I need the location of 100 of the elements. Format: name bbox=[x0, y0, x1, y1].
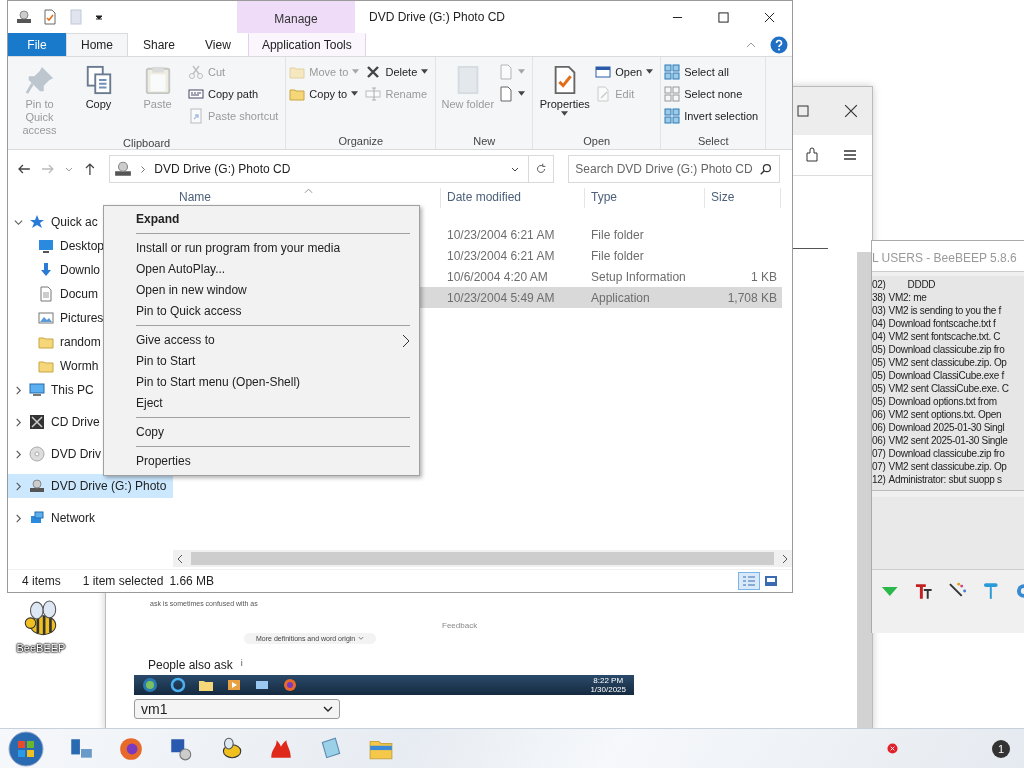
table-cell-text: 1,708 KB bbox=[726, 290, 778, 305]
chat-message: 12) Administrator: sbut suopp s bbox=[872, 473, 1003, 486]
clock-time: 8:22 PM bbox=[593, 676, 624, 685]
ribbon-tab[interactable]: Application Tools bbox=[247, 33, 366, 56]
column-header[interactable]: Date modified bbox=[441, 188, 585, 208]
list-icon bbox=[742, 575, 756, 587]
menu-icon[interactable] bbox=[842, 147, 858, 163]
close-icon[interactable] bbox=[844, 104, 858, 118]
folder-icon bbox=[38, 334, 54, 350]
chevron-icon[interactable] bbox=[14, 417, 23, 427]
group-label: Clipboard bbox=[122, 137, 172, 149]
puzzle-icon[interactable] bbox=[804, 146, 820, 164]
feedback-link[interactable]: Feedback bbox=[442, 621, 478, 630]
chat-message: 05) VM2 sent ClassiCube.exe. C bbox=[872, 382, 1010, 395]
browser-icon[interactable] bbox=[170, 677, 186, 693]
ribbon-tab[interactable]: Share bbox=[128, 33, 191, 56]
chat-message: 06) Download 2025-01-30 Singl bbox=[872, 421, 1006, 434]
caret-icon bbox=[518, 69, 526, 74]
nav-item[interactable]: Network bbox=[8, 506, 173, 530]
chat-message: 02) DDDD bbox=[872, 278, 937, 291]
column-header[interactable]: Size bbox=[705, 188, 781, 208]
group-label: Select bbox=[696, 135, 730, 147]
message-input[interactable] bbox=[872, 497, 1024, 570]
ribbon-button[interactable]: Copy path bbox=[188, 83, 283, 104]
chevron-icon[interactable] bbox=[14, 481, 23, 491]
menu-item[interactable]: Give access to bbox=[104, 330, 419, 351]
grid-icon bbox=[664, 107, 681, 124]
error-icon[interactable] bbox=[887, 743, 898, 754]
caret-icon bbox=[323, 706, 333, 712]
refresh-button[interactable] bbox=[528, 155, 555, 183]
menu-item[interactable]: Expand bbox=[104, 209, 419, 230]
close-icon bbox=[763, 11, 775, 23]
chevron-icon[interactable] bbox=[14, 217, 23, 227]
vm-select[interactable]: vm1 bbox=[134, 699, 340, 719]
firefox-icon[interactable] bbox=[282, 677, 298, 693]
menu-item[interactable]: Install or run program from your media bbox=[104, 238, 419, 259]
selection-size: 1.66 MB bbox=[169, 574, 215, 588]
menu-item[interactable]: Open AutoPlay... bbox=[104, 259, 419, 280]
start-orb-icon[interactable] bbox=[142, 677, 158, 693]
table-cell-text: 10/23/2004 6:21 AM bbox=[446, 227, 556, 242]
ribbon-tab[interactable]: View bbox=[190, 33, 246, 56]
table-cell-text: File folder bbox=[590, 227, 645, 242]
nav-item[interactable]: DVD Drive (G:) Photo bbox=[8, 474, 173, 498]
menu-item[interactable]: Pin to Start menu (Open-Shell) bbox=[104, 372, 419, 393]
maximize-icon[interactable] bbox=[797, 104, 809, 118]
table-cell-text: 10/23/2004 5:49 AM bbox=[446, 290, 556, 305]
ribbon-button[interactable]: Open bbox=[595, 61, 658, 82]
sort-caret-icon bbox=[304, 188, 313, 194]
chevron-icon[interactable] bbox=[781, 553, 789, 564]
menu-item[interactable]: Properties bbox=[104, 451, 419, 472]
media-icon[interactable] bbox=[226, 677, 242, 693]
firefox-icon[interactable] bbox=[118, 735, 144, 762]
ribbon-button[interactable]: Copy bbox=[70, 61, 127, 137]
chevron-icon[interactable] bbox=[176, 553, 184, 564]
menu-item[interactable]: Copy bbox=[104, 422, 419, 443]
document-icon bbox=[38, 286, 54, 302]
ribbon-button[interactable]: Properties bbox=[536, 61, 594, 135]
caret-icon bbox=[358, 636, 365, 641]
chat-message: 06) VM2 sent 2025-01-30 Single bbox=[872, 434, 1009, 447]
document-icon bbox=[498, 63, 515, 80]
desktop-icon-label[interactable]: BeeBEEP bbox=[16, 642, 66, 654]
chevron-icon[interactable] bbox=[14, 385, 23, 395]
ribbon-button[interactable]: Copy to bbox=[289, 83, 364, 104]
selection-info: 1 item selected bbox=[82, 574, 164, 588]
search-field[interactable]: Search DVD Drive (G:) Photo CD bbox=[568, 155, 780, 183]
caret-icon bbox=[646, 69, 654, 74]
maximize-icon bbox=[717, 11, 729, 23]
delete-icon bbox=[365, 63, 382, 80]
ribbon-button[interactable]: Delete bbox=[365, 61, 433, 82]
chat-message: 07) VM2 sent classicube.zip. Op bbox=[872, 460, 1008, 473]
chevron-icon bbox=[140, 164, 147, 174]
drive-icon[interactable] bbox=[16, 9, 32, 25]
search-icon bbox=[759, 162, 773, 176]
window-title: L USERS - BeeBEEP 5.8.6 bbox=[872, 241, 1024, 272]
ribbon-button[interactable]: Select all bbox=[664, 61, 763, 82]
contextual-tab-group: Manage bbox=[237, 1, 355, 33]
ribbon-tab[interactable]: File bbox=[8, 33, 66, 56]
menu-item[interactable]: Eject bbox=[104, 393, 419, 414]
table-cell-text: 10/23/2004 6:21 AM bbox=[446, 248, 556, 263]
notification-badge[interactable]: 1 bbox=[992, 739, 1010, 758]
ribbon-button[interactable]: Select none bbox=[664, 83, 763, 104]
table-cell-text: Setup Information bbox=[590, 269, 687, 284]
caret-icon[interactable] bbox=[94, 12, 104, 22]
chevron-icon[interactable] bbox=[14, 513, 23, 523]
drive-icon bbox=[29, 478, 45, 494]
window-title: DVD Drive (G:) Photo CD bbox=[369, 10, 506, 24]
menu-item[interactable]: Pin to Start bbox=[104, 351, 419, 372]
ribbon-tab[interactable]: Home bbox=[66, 33, 128, 56]
start-orb-icon[interactable] bbox=[8, 730, 44, 767]
help-icon[interactable] bbox=[770, 35, 788, 54]
checkmark-document-icon[interactable] bbox=[42, 9, 58, 25]
chat-message: 05) Download options.txt from bbox=[872, 395, 998, 408]
info-mark[interactable]: i bbox=[240, 658, 243, 672]
horizontal-scrollbar[interactable] bbox=[173, 550, 792, 567]
column-header[interactable]: Type bbox=[585, 188, 705, 208]
address-bar[interactable]: DVD Drive (G:) Photo CD bbox=[109, 155, 529, 183]
chevron-icon[interactable] bbox=[14, 449, 23, 459]
chat-message: 07) Download classicube.zip fro bbox=[872, 447, 1006, 460]
ribbon-button[interactable]: Invert selection bbox=[664, 105, 763, 126]
chat-message: 06) VM2 sent options.txt. Open bbox=[872, 408, 1003, 421]
